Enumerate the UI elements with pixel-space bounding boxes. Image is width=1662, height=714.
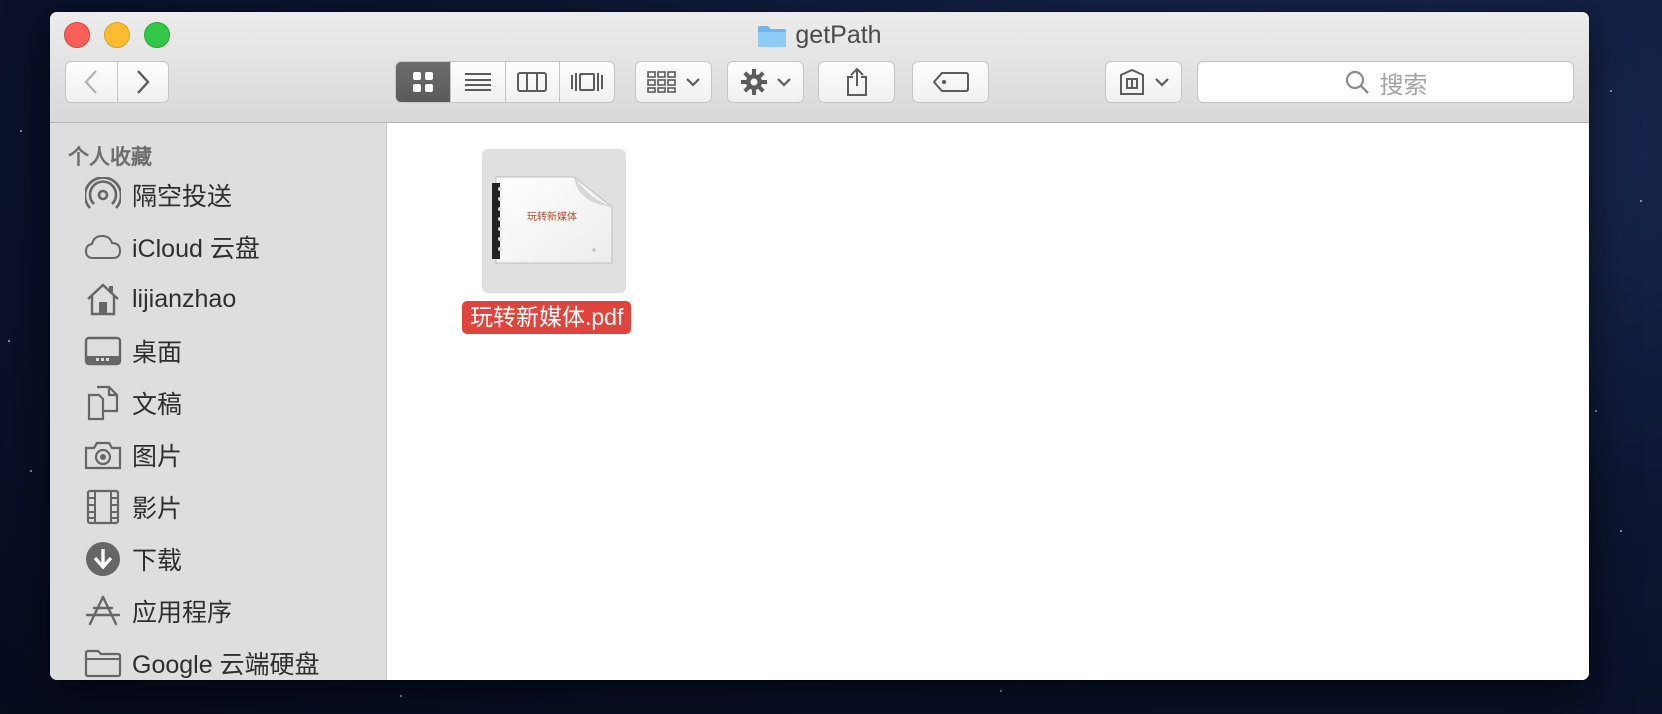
star (30, 470, 32, 472)
download-icon (84, 540, 122, 578)
star (8, 340, 10, 342)
finder-window: getPath 搜索 个人收藏 隔空投送 iCloud 云盘 lijianzha… (50, 12, 1589, 680)
sidebar-item-label: 图片 (132, 443, 183, 471)
file-browser-content: 玩转新媒体 玩转新媒体.pdf (387, 123, 1589, 680)
chevron-down-icon (1154, 78, 1169, 87)
sidebar-item-label: 影片 (132, 495, 183, 523)
cover-flow-icon (571, 73, 604, 91)
cover-flow-view-button[interactable] (559, 62, 614, 102)
sidebar-item-label: 隔空投送 (132, 183, 233, 211)
sidebar-section-title: 个人收藏 (68, 146, 152, 169)
sidebar-item-documents[interactable]: 文稿 (84, 381, 182, 425)
sidebar-item-applications[interactable]: 应用程序 (84, 589, 232, 633)
thumbnail-title: 玩转新媒体 (527, 210, 577, 223)
sidebar-item-downloads[interactable]: 下载 (84, 537, 182, 581)
sidebar-item-label: lijianzhao (132, 284, 237, 313)
icon-view-button[interactable] (396, 62, 450, 102)
chevron-right-icon (136, 70, 150, 94)
sidebar: 个人收藏 隔空投送 iCloud 云盘 lijianzhao 桌面 文稿 图片 … (50, 123, 387, 680)
sidebar-item-airdrop[interactable]: 隔空投送 (84, 173, 232, 217)
desktop-icon (84, 332, 122, 370)
list-view-button[interactable] (449, 62, 505, 102)
file-thumbnail[interactable]: 玩转新媒体 (482, 149, 626, 293)
grid-icon (412, 72, 433, 92)
window-title-text: getPath (795, 21, 882, 49)
chevron-left-icon (84, 70, 98, 94)
folder-icon (757, 23, 787, 57)
documents-icon (84, 384, 122, 422)
arrange-button[interactable] (635, 61, 712, 103)
search-field[interactable]: 搜索 (1197, 61, 1574, 103)
sidebar-item-desktop[interactable]: 桌面 (84, 329, 182, 373)
sidebar-item-icloud[interactable]: iCloud 云盘 (84, 225, 260, 269)
list-icon (464, 73, 491, 91)
star (1000, 690, 1002, 692)
search-icon (1345, 70, 1369, 94)
column-view-button[interactable] (504, 62, 560, 102)
cloud-icon (84, 228, 122, 266)
arrange-grid-icon (646, 71, 676, 93)
sidebar-item-label: 下载 (132, 547, 183, 575)
back-button[interactable] (66, 62, 117, 102)
tag-button[interactable] (912, 61, 989, 103)
sidebar-item-movies[interactable]: 影片 (84, 485, 182, 529)
window-title: getPath (50, 18, 1589, 52)
sidebar-item-label: 应用程序 (132, 599, 233, 627)
navigation-buttons (65, 61, 169, 103)
dropbox-icon (1119, 68, 1144, 95)
star (1610, 90, 1612, 92)
sidebar-item-pictures[interactable]: 图片 (84, 433, 182, 477)
gear-icon (740, 69, 767, 95)
home-icon (84, 280, 122, 318)
forward-button[interactable] (116, 62, 169, 102)
star (20, 130, 22, 132)
search-placeholder: 搜索 (1379, 71, 1428, 99)
film-icon (84, 488, 122, 526)
folder-icon (84, 644, 122, 680)
action-button[interactable] (727, 61, 804, 103)
pdf-document-icon: 玩转新媒体 (492, 176, 613, 264)
file-name-label[interactable]: 玩转新媒体.pdf (462, 301, 632, 334)
chevron-down-icon (776, 78, 791, 87)
sidebar-item-label: iCloud 云盘 (132, 235, 260, 263)
title-bar: getPath 搜索 (50, 12, 1589, 123)
star (1640, 200, 1642, 202)
applications-icon (84, 592, 122, 630)
dropbox-button[interactable] (1105, 61, 1182, 103)
columns-icon (517, 72, 548, 92)
airdrop-icon (84, 176, 122, 214)
chevron-down-icon (685, 78, 700, 87)
star (1595, 410, 1597, 412)
star (400, 695, 402, 697)
view-mode-control (395, 61, 615, 103)
share-icon (846, 67, 867, 96)
tag-icon (932, 72, 969, 92)
share-button[interactable] (818, 61, 895, 103)
sidebar-item-google-drive[interactable]: Google 云端硬盘 (84, 641, 320, 680)
star (1620, 530, 1622, 532)
sidebar-item-label: 文稿 (132, 391, 183, 419)
sidebar-item-label: Google 云端硬盘 (132, 651, 320, 679)
camera-icon (84, 436, 122, 474)
sidebar-item-label: 桌面 (132, 339, 183, 367)
sidebar-item-home[interactable]: lijianzhao (84, 277, 236, 321)
